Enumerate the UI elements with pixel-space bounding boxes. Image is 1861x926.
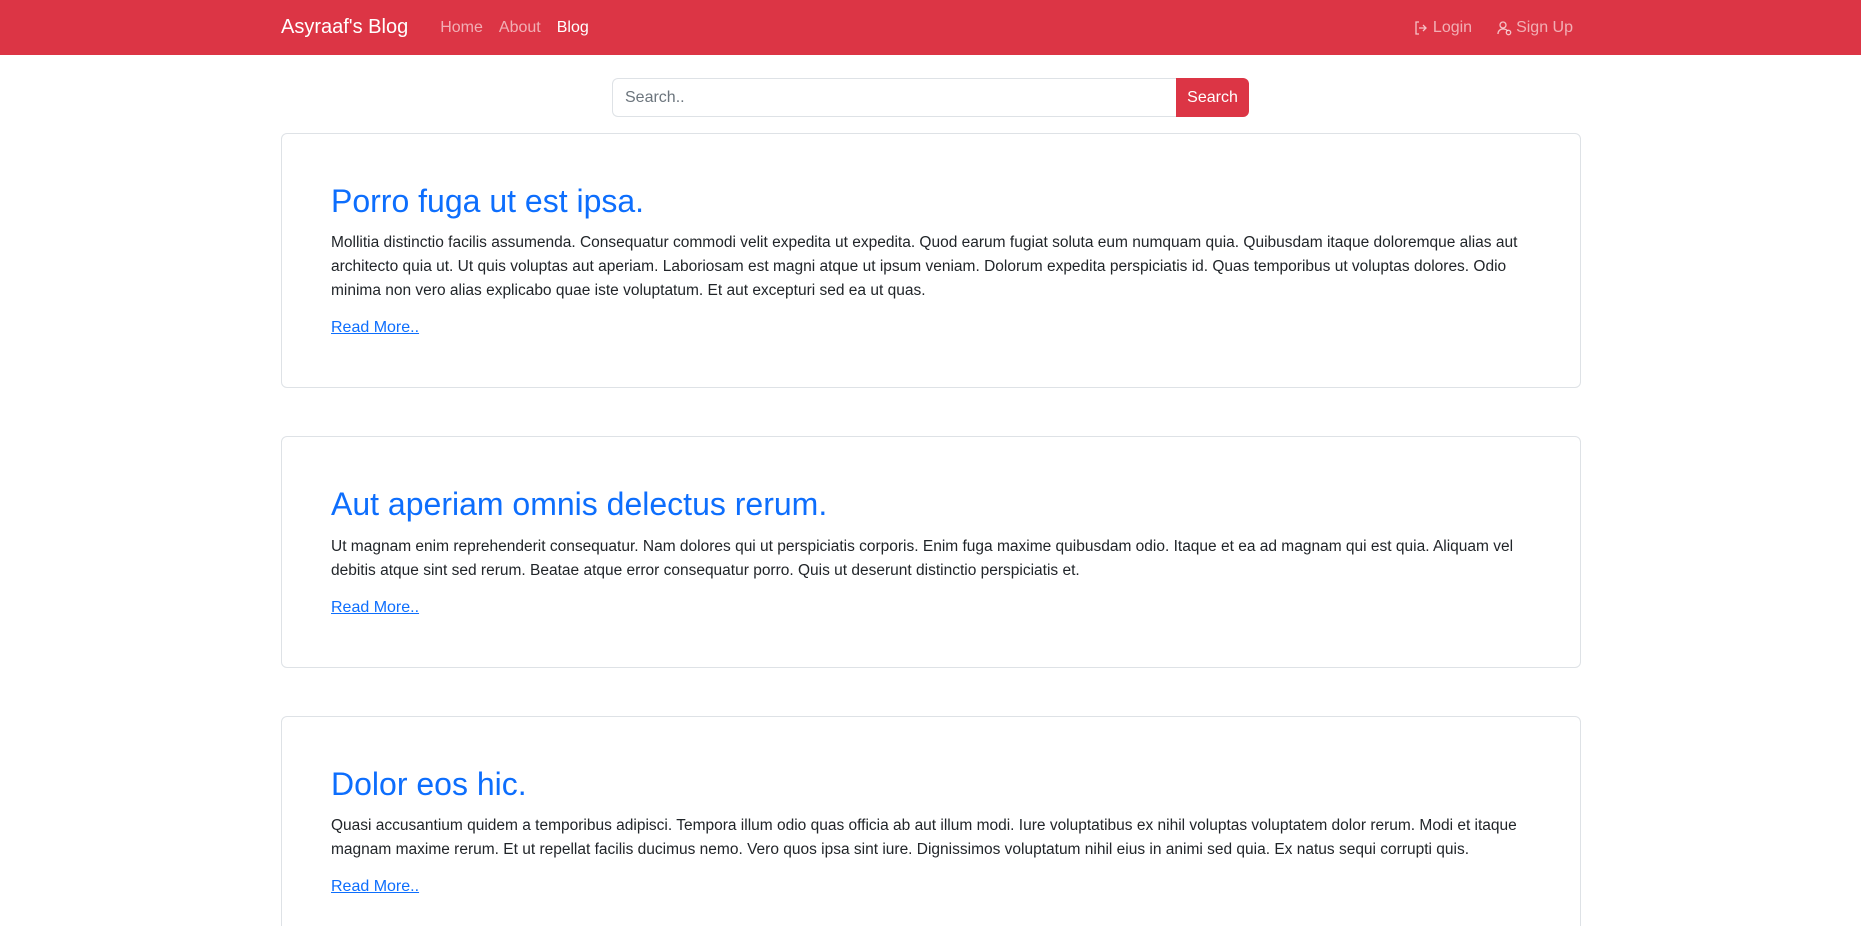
post-excerpt: Quasi accusantium quidem a temporibus ad… [331, 817, 1517, 859]
read-more-link[interactable]: Read More.. [331, 878, 419, 895]
user-add-icon [1497, 20, 1512, 35]
post-list: Porro fuga ut est ipsa. Mollitia distinc… [0, 133, 1861, 926]
post-title: Porro fuga ut est ipsa. [331, 183, 645, 219]
read-more-link[interactable]: Read More.. [331, 599, 419, 616]
search-bar: Search [0, 78, 1861, 117]
nav-links: Home About Blog [432, 19, 1405, 37]
post-excerpt: Ut magnam enim reprehenderit consequatur… [331, 537, 1514, 579]
read-more-link[interactable]: Read More.. [331, 319, 419, 336]
auth-links: Login Sign Up [1405, 19, 1581, 37]
post-excerpt: Mollitia distinctio facilis assumenda. C… [331, 234, 1518, 300]
login-label: Login [1432, 18, 1473, 36]
login-link[interactable]: Login [1405, 19, 1480, 37]
signup-link[interactable]: Sign Up [1488, 19, 1581, 37]
signup-label: Sign Up [1516, 18, 1573, 36]
search-input[interactable] [612, 78, 1176, 117]
nav-link-blog[interactable]: Blog [549, 19, 597, 37]
search-button[interactable]: Search [1176, 78, 1249, 117]
post-title: Aut aperiam omnis delectus rerum. [331, 486, 828, 523]
brand-logo[interactable]: Asyraaf's Blog [281, 16, 408, 39]
login-icon [1415, 20, 1427, 35]
post-card: Dolor eos hic. Quasi accusantium quidem … [281, 715, 1581, 926]
nav-link-about[interactable]: About [491, 19, 549, 37]
navbar: Asyraaf's Blog Home About Blog Login Sig… [0, 0, 1861, 55]
search-group: Search [612, 78, 1249, 117]
post-card: Aut aperiam omnis delectus rerum. Ut mag… [281, 436, 1581, 668]
post-title: Dolor eos hic. [331, 765, 527, 802]
post-card: Porro fuga ut est ipsa. Mollitia distinc… [281, 133, 1581, 389]
nav-link-home[interactable]: Home [432, 19, 491, 37]
